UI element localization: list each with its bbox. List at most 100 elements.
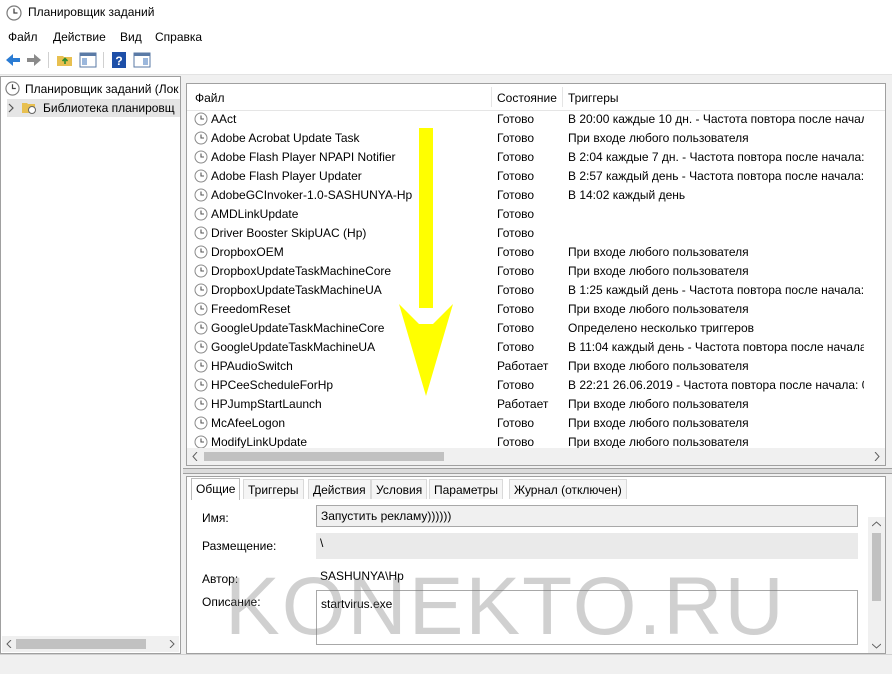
task-list: Файл Состояние Триггеры AAct Готово В 20:0… (186, 83, 886, 466)
tab-5[interactable]: Параметры (429, 479, 503, 499)
task-row[interactable]: AAct Готово В 20:00 каждые 10 дн. - Частот… (187, 110, 885, 129)
tab-4[interactable]: Условия (371, 479, 428, 499)
task-row[interactable]: DropboxOEM Готово При входе любого пользов… (187, 243, 885, 262)
help-icon[interactable]: ? (109, 50, 129, 70)
console-tree: Планировщик заданий (Лок Библиотека план… (0, 76, 181, 654)
task-clock-icon (194, 188, 208, 202)
scroll-down-icon[interactable] (872, 642, 881, 650)
task-clock-icon (194, 397, 208, 411)
arrow-right-icon[interactable] (24, 50, 44, 70)
task-clock-icon (194, 226, 208, 240)
task-name: HPCeeScheduleForHp (211, 378, 334, 392)
task-row[interactable]: Adobe Flash Player Updater Готово В 2:57 к… (187, 167, 885, 186)
task-trigger: При входе любого пользователя (568, 131, 749, 145)
task-row[interactable]: HPAudioSwitch Работает При входе любого по… (187, 357, 885, 376)
tab-3[interactable]: Действия (308, 479, 371, 499)
action-pane-icon[interactable] (132, 50, 152, 70)
pane-splitter[interactable] (183, 468, 892, 474)
task-name: HPAudioSwitch (211, 359, 293, 373)
scroll-right-icon[interactable] (168, 640, 176, 648)
task-status: Готово (497, 416, 535, 430)
column-divider[interactable] (562, 87, 563, 107)
task-clock-icon (194, 321, 208, 335)
task-trigger: При входе любого пользователя (568, 397, 749, 411)
scroll-right-icon[interactable] (873, 452, 881, 461)
console-tree-icon[interactable] (78, 50, 98, 70)
task-row[interactable]: HPJumpStartLaunch Работает При входе любог… (187, 395, 885, 414)
toolbar-separator (103, 52, 104, 68)
menu-action[interactable]: Действие (53, 30, 106, 44)
toolbar-separator (48, 52, 49, 68)
task-name: Driver Booster SkipUAC (Hp) (211, 226, 367, 240)
task-row[interactable]: FreedomReset Готово При входе любого польз… (187, 300, 885, 319)
task-row[interactable]: Adobe Acrobat Update Task Готово При входе… (187, 129, 885, 148)
toolbar: ? (0, 46, 892, 75)
task-status: Готово (497, 264, 535, 278)
task-name: DropboxUpdateTaskMachineUA (211, 283, 382, 297)
column-status[interactable]: Состояние (497, 91, 557, 105)
task-row[interactable]: GoogleUpdateTaskMachineUA Готово В 11:04 к… (187, 338, 885, 357)
scroll-thumb[interactable] (204, 452, 444, 461)
name-field[interactable]: Запустить рекламу)))))) (316, 505, 858, 527)
task-clock-icon (194, 340, 208, 354)
tree-horizontal-scrollbar[interactable] (2, 636, 179, 652)
tree-item-library[interactable]: Библиотека планировщ (7, 99, 180, 117)
task-row[interactable]: HPCeeScheduleForHp Готово В 22:21 26.06.20… (187, 376, 885, 395)
annotation-arrow-icon (399, 128, 453, 396)
task-name: GoogleUpdateTaskMachineCore (211, 321, 385, 335)
task-row[interactable]: DropboxUpdateTaskMachineUA Готово В 1:25 к… (187, 281, 885, 300)
task-name: FreedomReset (211, 302, 291, 316)
tab-1[interactable]: Общие (191, 478, 241, 500)
column-name[interactable]: Файл (195, 91, 225, 105)
scroll-left-icon[interactable] (191, 452, 199, 461)
menu-help[interactable]: Справка (155, 30, 202, 44)
task-name: DropboxOEM (211, 245, 284, 259)
task-row[interactable]: AdobeGCInvoker-1.0-SASHUNYA-Hp Готово В 14… (187, 186, 885, 205)
menu-view[interactable]: Вид (120, 30, 142, 44)
column-triggers[interactable]: Триггеры (568, 91, 619, 105)
tree-item-label: Библиотека планировщ (43, 101, 175, 115)
task-clock-icon (194, 378, 208, 392)
author-field: SASHUNYA\Hp (316, 566, 858, 586)
folder-clock-icon (22, 103, 36, 114)
task-trigger: В 20:00 каждые 10 дн. - Частота повтора … (568, 112, 864, 126)
task-status: Готово (497, 283, 535, 297)
list-horizontal-scrollbar[interactable] (187, 448, 885, 465)
task-details: Общие Триггеры Действия Условия Параметры Жур… (186, 476, 886, 654)
tab-2[interactable]: Триггеры (243, 479, 304, 499)
task-row[interactable]: McAfeeLogon Готово При входе любого пользо… (187, 414, 885, 433)
task-row[interactable]: AMDLinkUpdate Готово (187, 205, 885, 224)
task-name: AdobeGCInvoker-1.0-SASHUNYA-Hp (211, 188, 413, 202)
details-vertical-scrollbar[interactable] (868, 517, 885, 653)
chevron-right-icon[interactable] (7, 103, 15, 113)
window-title: Планировщик заданий (28, 5, 155, 19)
task-clock-icon (194, 131, 208, 145)
task-row[interactable]: GoogleUpdateTaskMachineCore Готово Определ… (187, 319, 885, 338)
task-trigger: В 1:25 каждый день - Частота повтора пос… (568, 283, 864, 297)
task-status: Готово (497, 150, 535, 164)
column-divider[interactable] (491, 87, 492, 107)
task-row[interactable]: DropboxUpdateTaskMachineCore Готово При вх… (187, 262, 885, 281)
title-bar: Планировщик заданий (0, 0, 892, 26)
scroll-thumb[interactable] (872, 533, 881, 601)
task-trigger: В 2:04 каждые 7 дн. - Частота повтора по… (568, 150, 864, 164)
arrow-left-icon[interactable] (3, 50, 23, 70)
task-status: Готово (497, 207, 535, 221)
task-status: Готово (497, 112, 535, 126)
description-field[interactable]: startvirus.exe (316, 590, 858, 645)
task-trigger: При входе любого пользователя (568, 264, 749, 278)
task-row[interactable]: Adobe Flash Player NPAPI Notifier Готово В… (187, 148, 885, 167)
description-label: Описание: (202, 595, 261, 609)
task-clock-icon (194, 283, 208, 297)
menu-file[interactable]: Файл (8, 30, 38, 44)
scroll-thumb[interactable] (16, 639, 146, 649)
tab-6[interactable]: Журнал (отключен) (509, 479, 627, 499)
task-row[interactable]: Driver Booster SkipUAC (Hp) Готово (187, 224, 885, 243)
folder-up-icon[interactable] (55, 50, 75, 70)
task-name: Adobe Flash Player NPAPI Notifier (211, 150, 396, 164)
scroll-up-icon[interactable] (872, 520, 881, 528)
task-trigger: При входе любого пользователя (568, 245, 749, 259)
scroll-left-icon[interactable] (5, 640, 13, 648)
task-clock-icon (194, 302, 208, 316)
task-name: GoogleUpdateTaskMachineUA (211, 340, 376, 354)
